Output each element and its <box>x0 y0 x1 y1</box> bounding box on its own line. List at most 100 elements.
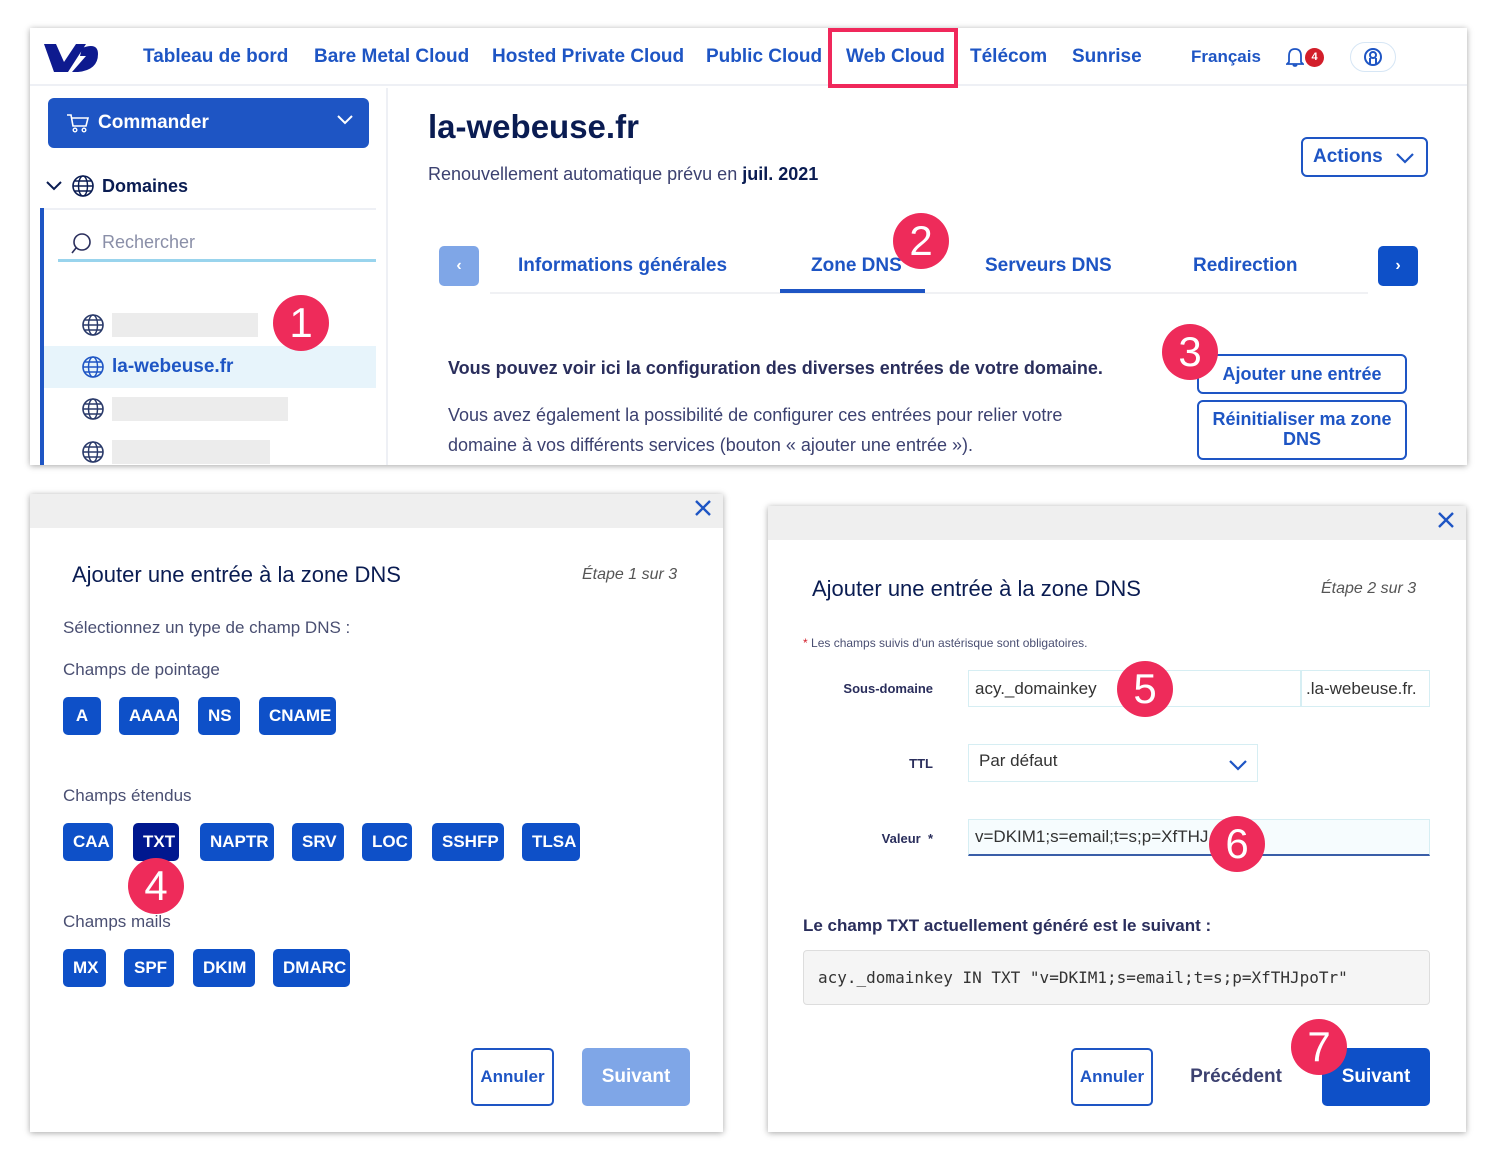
type-chip-a[interactable]: A <box>63 697 101 735</box>
globe-icon <box>82 356 104 378</box>
domain-label: la-webeuse.fr <box>112 356 234 377</box>
chevron-down-icon <box>1229 760 1247 771</box>
modal-title: Ajouter une entrée à la zone DNS <box>72 562 401 587</box>
type-chip-spf[interactable]: SPF <box>124 949 174 987</box>
nav-telecom[interactable]: Télécom <box>970 28 1047 86</box>
account-button[interactable] <box>1350 42 1396 72</box>
user-icon <box>1364 48 1382 66</box>
type-chip-loc[interactable]: LOC <box>362 823 412 861</box>
type-chip-dkim[interactable]: DKIM <box>193 949 255 987</box>
step-badge-7: 7 <box>1291 1019 1347 1075</box>
group-label: Champs de pointage <box>63 660 220 679</box>
divider <box>44 208 376 210</box>
type-chip-txt[interactable]: TXT <box>133 823 179 861</box>
chevron-down-icon <box>1396 153 1414 164</box>
group-label: Champs étendus <box>63 786 192 805</box>
renewal-prefix: Renouvellement automatique prévu en <box>428 164 743 184</box>
cart-icon <box>67 114 90 133</box>
modal-step: Étape 1 sur 3 <box>582 566 678 583</box>
zone-info-heading: Vous pouvez voir ici la configuration de… <box>448 358 1103 378</box>
redacted-domain <box>112 440 270 464</box>
domains-section-toggle[interactable]: Domaines <box>46 174 188 198</box>
renewal-date: juil. 2021 <box>742 164 819 184</box>
dns-entry-modal-step2: Ajouter une entrée à la zone DNS Étape 2… <box>768 506 1466 1132</box>
zone-info-text: Vous avez également la possibilité de co… <box>448 405 1063 455</box>
type-chip-srv[interactable]: SRV <box>292 823 344 861</box>
value-label-text: Valeur <box>881 831 921 846</box>
close-icon[interactable] <box>1436 510 1456 530</box>
type-chip-mx[interactable]: MX <box>63 949 106 987</box>
tabs-divider <box>490 292 1368 294</box>
ttl-select[interactable]: Par défaut <box>968 744 1258 782</box>
close-icon[interactable] <box>693 498 713 518</box>
next-button-disabled[interactable]: Suivant <box>582 1048 690 1106</box>
step-badge-6: 6 <box>1209 816 1265 872</box>
search-icon <box>71 232 91 253</box>
page-title: la-webeuse.fr <box>428 108 639 145</box>
ttl-value: Par défaut <box>979 751 1058 770</box>
type-chip-sshfp[interactable]: SSHFP <box>432 823 504 861</box>
reset-zone-button[interactable]: Réinitialiser ma zone DNS <box>1197 400 1407 460</box>
globe-icon <box>82 314 104 336</box>
type-chip-naptr[interactable]: NAPTR <box>200 823 274 861</box>
domains-section-label: Domaines <box>102 175 189 196</box>
subdomain-label: Sous-domaine <box>843 681 933 696</box>
tab-redirection[interactable]: Redirection <box>1193 246 1298 286</box>
nav-public-cloud[interactable]: Public Cloud <box>706 28 822 86</box>
tabs-next-button[interactable]: › <box>1378 246 1418 286</box>
type-chip-aaaa[interactable]: AAAA <box>119 697 179 735</box>
active-tab-indicator <box>780 289 925 293</box>
type-chip-caa[interactable]: CAA <box>63 823 113 861</box>
previous-button[interactable]: Précédent <box>1176 1048 1296 1106</box>
main-content: la-webeuse.fr Renouvellement automatique… <box>390 88 1467 465</box>
actions-label: Actions <box>1313 146 1383 167</box>
asterisk: * <box>803 636 812 650</box>
order-button[interactable]: Commander <box>48 98 369 148</box>
web-cloud-highlight-frame <box>828 28 958 88</box>
step-badge-1: 1 <box>273 295 329 351</box>
chevron-down-icon <box>46 181 62 191</box>
ovh-logo[interactable] <box>42 40 100 74</box>
group-label: Champs mails <box>63 912 171 931</box>
nav-hosted-private-cloud[interactable]: Hosted Private Cloud <box>492 28 684 86</box>
nav-bare-metal-cloud[interactable]: Bare Metal Cloud <box>314 28 469 86</box>
domain-search-input[interactable]: Rechercher <box>58 226 376 262</box>
step-badge-4: 4 <box>128 858 184 914</box>
value-label: Valeur * <box>808 831 933 846</box>
cancel-button[interactable]: Annuler <box>471 1048 554 1106</box>
tab-serveurs-dns[interactable]: Serveurs DNS <box>985 246 1112 286</box>
manager-panel: Tableau de bord Bare Metal Cloud Hosted … <box>30 28 1467 465</box>
globe-icon <box>82 398 104 420</box>
domain-item-selected[interactable]: la-webeuse.fr <box>44 346 376 388</box>
globe-icon <box>82 441 104 463</box>
type-chip-dmarc[interactable]: DMARC <box>273 949 350 987</box>
nav-sunrise[interactable]: Sunrise <box>1072 28 1142 86</box>
nav-tableau-de-bord[interactable]: Tableau de bord <box>143 28 288 86</box>
tab-informations-generales[interactable]: Informations générales <box>518 246 727 286</box>
add-entry-button[interactable]: Ajouter une entrée <box>1197 354 1407 394</box>
top-navigation: Tableau de bord Bare Metal Cloud Hosted … <box>30 28 1467 88</box>
type-chip-cname[interactable]: CNAME <box>259 697 336 735</box>
type-chip-ns[interactable]: NS <box>198 697 240 735</box>
tabs-prev-button[interactable]: ‹ <box>439 246 479 286</box>
subdomain-suffix: .la-webeuse.fr. <box>1301 670 1430 707</box>
type-chip-tlsa[interactable]: TLSA <box>522 823 580 861</box>
value-input[interactable]: v=DKIM1;s=email;t=s;p=XfTHJ <box>968 819 1430 856</box>
chevron-down-icon <box>337 115 353 125</box>
redacted-domain <box>112 397 288 421</box>
domain-item[interactable] <box>44 388 376 430</box>
bell-icon[interactable] <box>1286 47 1304 67</box>
tab-zone-dns[interactable]: Zone DNS <box>811 246 902 286</box>
domain-item[interactable] <box>44 431 376 465</box>
cancel-button[interactable]: Annuler <box>1071 1048 1153 1106</box>
renewal-info: Renouvellement automatique prévu en juil… <box>428 164 818 185</box>
language-selector[interactable]: Français <box>1191 28 1261 86</box>
required-note: * Les champs suivis d'un astérisque sont… <box>803 636 1087 650</box>
step-badge-2: 2 <box>893 213 949 269</box>
step-badge-5: 5 <box>1117 661 1173 717</box>
actions-dropdown[interactable]: Actions <box>1301 137 1428 177</box>
dns-entry-modal-step1: Ajouter une entrée à la zone DNS Étape 1… <box>30 494 723 1132</box>
required-note-text: Les champs suivis d'un astérisque sont o… <box>811 636 1088 650</box>
modal-step: Étape 2 sur 3 <box>1321 580 1417 597</box>
ttl-label: TTL <box>909 756 933 771</box>
